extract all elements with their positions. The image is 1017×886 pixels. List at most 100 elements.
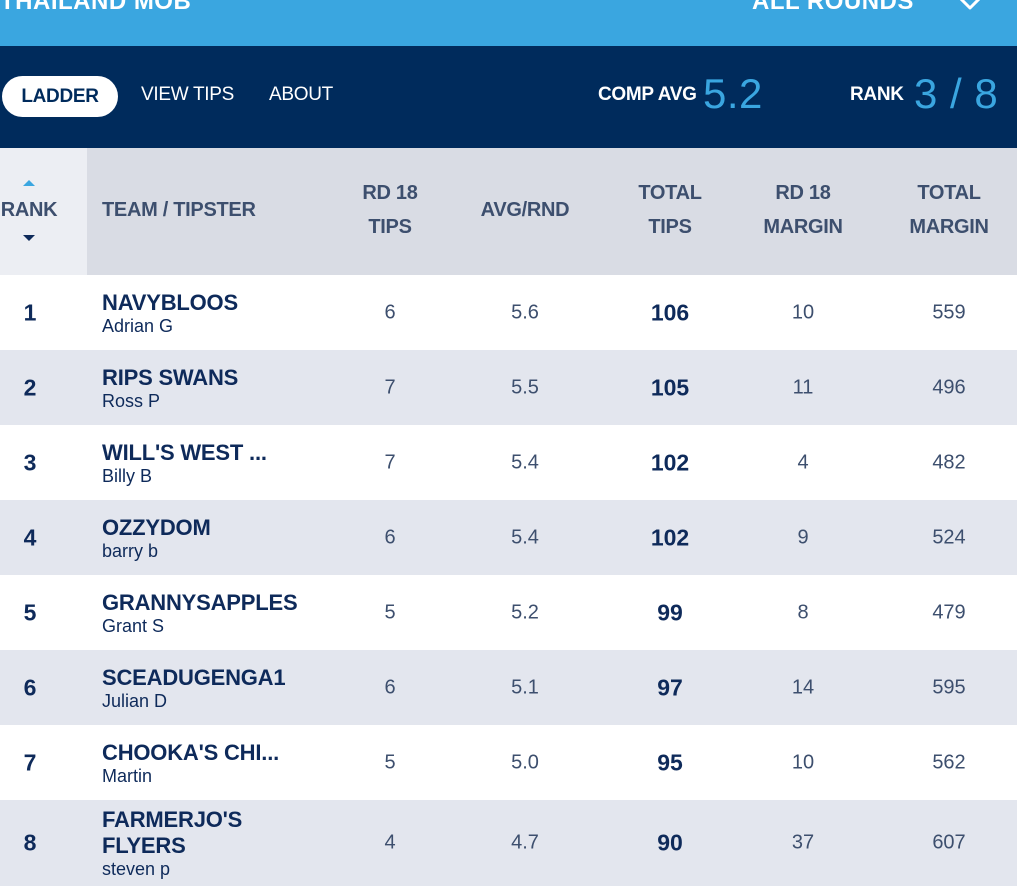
tab-ladder[interactable]: LADDER	[2, 76, 118, 117]
row-team-cell: CHOOKA'S CHI... Martin	[102, 740, 302, 786]
table-row[interactable]: 6 SCEADUGENGA1 Julian D 6 5.1 97 14 595	[0, 650, 1017, 725]
team-name[interactable]: SCEADUGENGA1	[102, 665, 302, 691]
row-avg: 4.7	[511, 831, 539, 854]
tipster-name: Grant S	[102, 615, 165, 636]
table-header: RANK TEAM / TIPSTER RD 18 TIPS AVG/RND T…	[0, 148, 1017, 275]
header-rank: RANK	[0, 199, 58, 221]
row-total-margin: 562	[932, 751, 966, 773]
row-team-cell: NAVYBLOOS Adrian G	[102, 290, 302, 336]
row-rd-tips: 6	[384, 301, 396, 323]
header-total-tips-line2: TIPS	[648, 216, 692, 238]
table-row[interactable]: 3 WILL'S WEST ... Billy B 7 5.4 102 4 48…	[0, 425, 1017, 500]
row-rank: 7	[23, 749, 37, 775]
row-rank: 3	[23, 449, 37, 475]
row-team-cell: FARMERJO'S FLYERS steven p	[102, 807, 252, 879]
header-rd-tips-line1: RD 18	[362, 182, 418, 204]
row-team-cell: GRANNYSAPPLES Grant S	[102, 590, 302, 636]
row-total-margin: 479	[932, 601, 966, 623]
row-rank: 8	[23, 829, 37, 856]
team-name[interactable]: GRANNYSAPPLES	[102, 590, 302, 616]
table-row[interactable]: 1 NAVYBLOOS Adrian G 6 5.6 106 10 559	[0, 275, 1017, 350]
row-team-cell: SCEADUGENGA1 Julian D	[102, 665, 302, 711]
row-rank: 6	[23, 674, 37, 700]
row-total-tips: 106	[650, 299, 690, 325]
comp-avg-value: 5.2	[703, 70, 763, 117]
header-team[interactable]: TEAM / TIPSTER	[102, 193, 256, 227]
tipster-name: Adrian G	[102, 315, 174, 336]
row-total-margin: 482	[932, 451, 966, 473]
row-rd-tips: 6	[384, 676, 396, 698]
tipster-name: Ross P	[102, 390, 161, 411]
sort-down-icon[interactable]	[23, 235, 35, 241]
tipster-name: Billy B	[102, 465, 153, 486]
row-rd-margin: 14	[791, 676, 815, 698]
team-name[interactable]: OZZYDOM	[102, 515, 302, 541]
tipster-name: barry b	[102, 540, 159, 561]
row-total-tips: 102	[650, 449, 690, 475]
rank-column-header[interactable]: RANK	[0, 148, 87, 275]
row-total-tips: 105	[650, 374, 690, 400]
row-rank: 1	[23, 299, 37, 325]
header-rd-margin[interactable]: RD 18 MARGIN	[745, 176, 861, 244]
tipster-name: steven p	[102, 859, 171, 879]
row-rd-margin: 9	[797, 526, 809, 548]
header-rd-tips[interactable]: RD 18 TIPS	[340, 176, 440, 244]
header-avg[interactable]: AVG/RND	[470, 193, 580, 227]
nav-bar: LADDER VIEW TIPS ABOUT COMP AVG 5.2 RANK…	[0, 46, 1017, 148]
header-rd-margin-line1: RD 18	[775, 182, 831, 204]
team-name[interactable]: FARMERJO'S FLYERS	[102, 807, 252, 859]
table-row[interactable]: 2 RIPS SWANS Ross P 7 5.5 105 11 496	[0, 350, 1017, 425]
row-rd-tips: 7	[384, 451, 396, 473]
row-rd-tips: 7	[384, 376, 396, 398]
row-rd-margin: 4	[797, 451, 809, 473]
competition-name: THAILAND MOB	[0, 0, 192, 15]
row-rd-tips: 5	[384, 601, 396, 623]
row-total-tips: 99	[657, 599, 683, 625]
comp-avg-label: COMP AVG	[598, 84, 697, 105]
row-rd-tips: 6	[384, 526, 396, 548]
row-rd-margin: 11	[792, 376, 814, 398]
row-avg: 5.4	[511, 451, 539, 473]
row-avg: 5.2	[511, 601, 539, 623]
header-total-margin[interactable]: TOTAL MARGIN	[890, 176, 1008, 244]
row-avg: 5.4	[511, 526, 539, 548]
table-row[interactable]: 5 GRANNYSAPPLES Grant S 5 5.2 99 8 479	[0, 575, 1017, 650]
team-name[interactable]: WILL'S WEST ...	[102, 440, 302, 466]
row-rd-margin: 10	[791, 751, 815, 773]
rank-label: RANK	[850, 84, 904, 105]
row-total-tips: 102	[650, 524, 690, 550]
team-name[interactable]: NAVYBLOOS	[102, 290, 302, 316]
top-bar: THAILAND MOB ALL ROUNDS	[0, 0, 1017, 46]
row-total-margin: 496	[932, 376, 966, 398]
rank-value: 3 / 8	[914, 70, 999, 117]
header-total-tips[interactable]: TOTAL TIPS	[620, 176, 720, 244]
header-total-margin-line1: TOTAL	[917, 182, 981, 204]
header-rd-tips-line2: TIPS	[368, 216, 412, 238]
ladder-table: RANK TEAM / TIPSTER RD 18 TIPS AVG/RND T…	[0, 148, 1017, 886]
team-name[interactable]: RIPS SWANS	[102, 365, 302, 391]
row-rd-tips: 4	[384, 831, 396, 854]
table-row[interactable]: 4 OZZYDOM barry b 6 5.4 102 9 524	[0, 500, 1017, 575]
tipster-name: Julian D	[102, 690, 168, 711]
row-total-margin: 607	[932, 831, 966, 854]
table-row[interactable]: 7 CHOOKA'S CHI... Martin 5 5.0 95 10 562	[0, 725, 1017, 800]
row-avg: 5.0	[511, 751, 539, 773]
tab-view-tips[interactable]: VIEW TIPS	[141, 84, 234, 106]
row-rd-tips: 5	[384, 751, 396, 773]
round-selector[interactable]: ALL ROUNDS	[752, 0, 914, 16]
header-total-tips-line1: TOTAL	[638, 182, 702, 204]
table-row[interactable]: 8 FARMERJO'S FLYERS steven p 4 4.7 90 37…	[0, 800, 1017, 886]
row-avg: 5.1	[511, 676, 539, 698]
row-rank: 5	[23, 599, 37, 625]
row-total-tips: 95	[657, 749, 683, 775]
row-rd-margin: 37	[791, 831, 815, 854]
tab-about[interactable]: ABOUT	[269, 84, 333, 106]
header-total-margin-line2: MARGIN	[909, 216, 989, 238]
row-rd-margin: 8	[797, 601, 809, 623]
sort-up-icon[interactable]	[23, 180, 35, 186]
row-rd-margin: 10	[791, 301, 815, 323]
team-name[interactable]: CHOOKA'S CHI...	[102, 740, 302, 766]
chevron-down-icon[interactable]	[956, 0, 984, 14]
header-rd-margin-line2: MARGIN	[763, 216, 843, 238]
row-avg: 5.5	[511, 376, 539, 398]
